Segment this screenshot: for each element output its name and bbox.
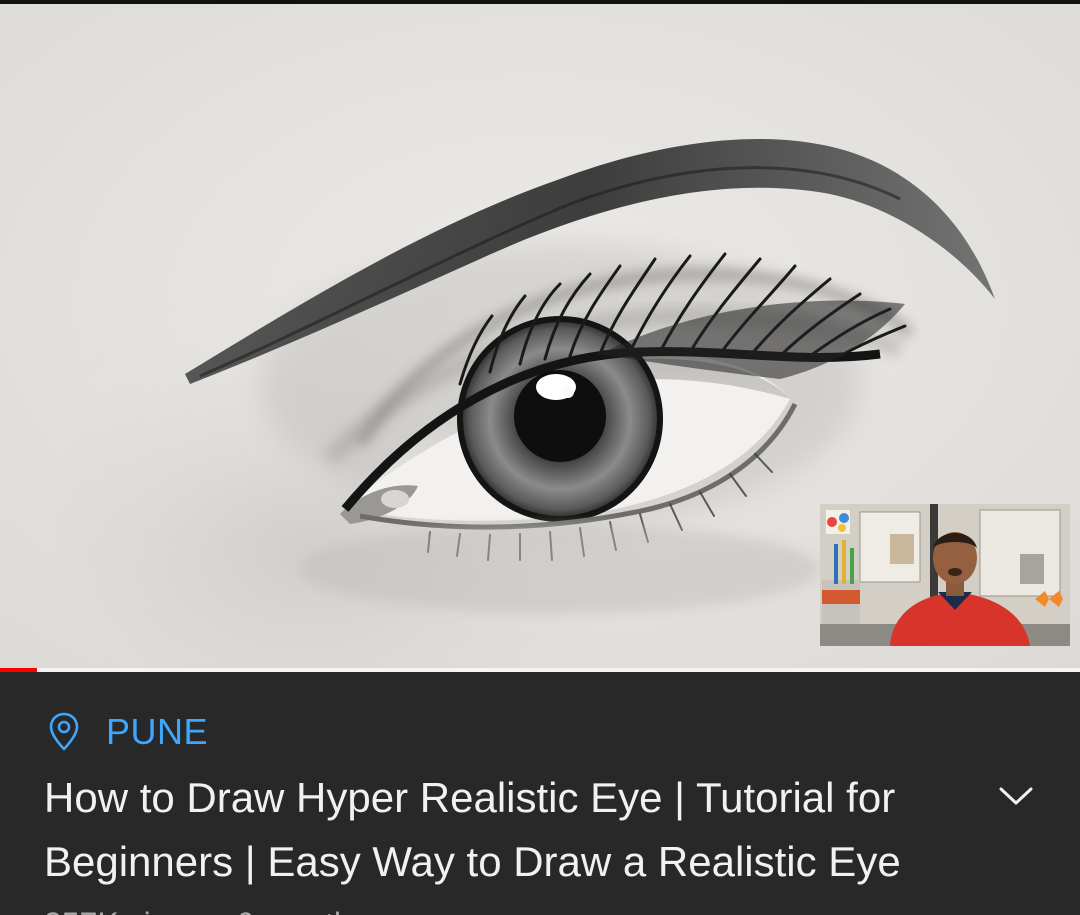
location-pin-icon: [49, 712, 79, 751]
video-info-panel: PUNE How to Draw Hyper Realistic Eye | T…: [0, 672, 1080, 915]
presenter-pip-video: [820, 504, 1070, 646]
video-title[interactable]: How to Draw Hyper Realistic Eye | Tutori…: [44, 766, 964, 894]
video-watch-page: PUNE How to Draw Hyper Realistic Eye | T…: [0, 0, 1080, 915]
video-meta: 357K views · 6 months ago: [44, 904, 430, 915]
expand-description-button[interactable]: [990, 770, 1042, 822]
location-link[interactable]: PUNE: [48, 710, 208, 754]
chevron-down-icon: [999, 787, 1033, 805]
location-label[interactable]: PUNE: [106, 710, 208, 754]
video-player[interactable]: [0, 0, 1080, 672]
